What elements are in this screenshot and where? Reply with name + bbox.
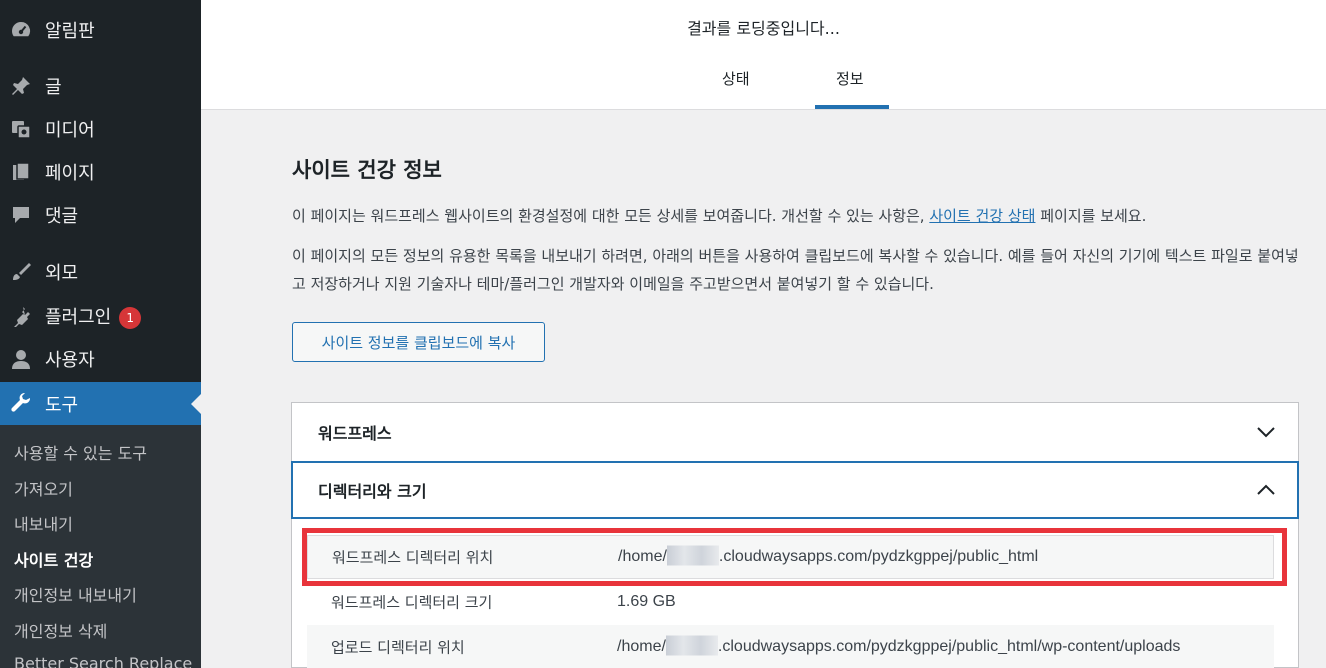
row-value: /home/.cloudwaysapps.com/pydzkgppej/publ… bbox=[617, 635, 1180, 659]
submenu-item-import[interactable]: 가져오기 bbox=[14, 476, 73, 500]
sidebar-item-media[interactable]: 미디어 bbox=[0, 109, 201, 149]
tools-submenu: 사용할 수 있는 도구 가져오기 내보내기 사이트 건강 개인정보 내보내기 개… bbox=[0, 425, 201, 668]
intro-text: 이 페이지는 워드프레스 웹사이트의 환경설정에 대한 모든 상세를 보여줍니다… bbox=[292, 207, 930, 225]
chevron-up-icon bbox=[1256, 480, 1276, 500]
export-paragraph: 이 페이지의 모든 정보의 유용한 목록을 내보내기 하려면, 아래의 버튼을 … bbox=[292, 247, 1299, 293]
page-title: 사이트 건강 정보 bbox=[292, 158, 442, 182]
row-value: 1.69 GB bbox=[617, 593, 676, 610]
site-health-status-link[interactable]: 사이트 건강 상태 bbox=[929, 207, 1035, 225]
dashboard-icon bbox=[10, 19, 32, 41]
highlight-box bbox=[302, 528, 1287, 586]
update-count-badge: 1 bbox=[119, 307, 142, 329]
tab-info[interactable]: 정보 bbox=[836, 68, 864, 89]
copy-site-info-button[interactable]: 사이트 정보를 클립보드에 복사 bbox=[292, 322, 545, 362]
comment-icon bbox=[10, 204, 32, 226]
sidebar-item-appearance[interactable]: 외모 bbox=[0, 252, 201, 292]
intro-paragraph: 이 페이지는 워드프레스 웹사이트의 환경설정에 대한 모든 상세를 보여줍니다… bbox=[292, 202, 1312, 230]
sidebar-item-label: 플러그인 bbox=[45, 307, 112, 328]
accordion-title: 디렉터리와 크기 bbox=[318, 482, 427, 501]
main-content: 사이트 건강 정보 이 페이지는 워드프레스 웹사이트의 환경설정에 대한 모든… bbox=[201, 110, 1326, 668]
page-icon bbox=[10, 161, 32, 183]
sidebar-item-tools[interactable]: 도구 bbox=[0, 382, 201, 425]
intro-tail: 페이지를 보세요. bbox=[1035, 207, 1147, 225]
redacted-blur bbox=[665, 635, 718, 656]
sidebar-item-label: 외모 bbox=[45, 263, 79, 284]
user-icon bbox=[10, 348, 32, 370]
table-row: 업로드 디렉터리 위치 /home/.cloudwaysapps.com/pyd… bbox=[307, 625, 1274, 668]
wrench-icon bbox=[10, 392, 32, 414]
sidebar-item-label: 미디어 bbox=[45, 120, 95, 141]
chevron-down-icon bbox=[1256, 422, 1276, 442]
submenu-item-export[interactable]: 내보내기 bbox=[14, 511, 73, 535]
sidebar-item-label: 알림판 bbox=[45, 21, 95, 42]
media-icon bbox=[10, 118, 32, 140]
loading-status: 결과를 로딩중입니다... bbox=[687, 19, 840, 38]
table-row: 워드프레스 디렉터리 크기 1.69 GB bbox=[307, 580, 1274, 624]
accordion-directories-and-sizes[interactable]: 디렉터리와 크기 bbox=[291, 461, 1299, 519]
sidebar-item-posts[interactable]: 글 bbox=[0, 66, 201, 106]
sidebar-item-comments[interactable]: 댓글 bbox=[0, 195, 201, 235]
row-key: 워드프레스 디렉터리 크기 bbox=[331, 593, 493, 612]
active-menu-arrow bbox=[191, 393, 201, 414]
active-tab-indicator bbox=[815, 105, 889, 109]
sidebar-item-label: 글 bbox=[45, 77, 62, 98]
tab-status[interactable]: 상태 bbox=[722, 68, 750, 89]
pin-icon bbox=[10, 75, 32, 97]
submenu-item-site-health[interactable]: 사이트 건강 bbox=[14, 547, 93, 571]
submenu-item-export-personal-data[interactable]: 개인정보 내보내기 bbox=[14, 582, 137, 606]
admin-sidebar: 알림판 글 미디어 페이지 댓글 외모 플러그인 1 사용자 도구 사용할 수 … bbox=[0, 0, 201, 668]
submenu-item-better-search-replace[interactable]: Better Search Replace bbox=[14, 654, 192, 668]
sidebar-item-label: 사용자 bbox=[45, 350, 95, 371]
sidebar-item-plugins[interactable]: 플러그인 1 bbox=[0, 296, 201, 336]
row-key: 업로드 디렉터리 위치 bbox=[331, 638, 465, 657]
accordion-wordpress[interactable]: 워드프레스 bbox=[291, 402, 1299, 462]
sidebar-item-label: 페이지 bbox=[45, 163, 95, 184]
brush-icon bbox=[10, 261, 32, 283]
submenu-item-available-tools[interactable]: 사용할 수 있는 도구 bbox=[14, 440, 147, 464]
sidebar-item-users[interactable]: 사용자 bbox=[0, 339, 201, 379]
sidebar-item-pages[interactable]: 페이지 bbox=[0, 152, 201, 192]
plugin-icon bbox=[10, 305, 32, 327]
sidebar-item-label: 댓글 bbox=[45, 206, 79, 227]
accordion-title: 워드프레스 bbox=[318, 424, 392, 443]
submenu-item-erase-personal-data[interactable]: 개인정보 삭제 bbox=[14, 618, 107, 642]
sidebar-item-label: 도구 bbox=[45, 394, 79, 416]
sidebar-item-dashboard[interactable]: 알림판 bbox=[0, 10, 201, 50]
site-health-header: 결과를 로딩중입니다... 상태 정보 bbox=[201, 0, 1326, 110]
